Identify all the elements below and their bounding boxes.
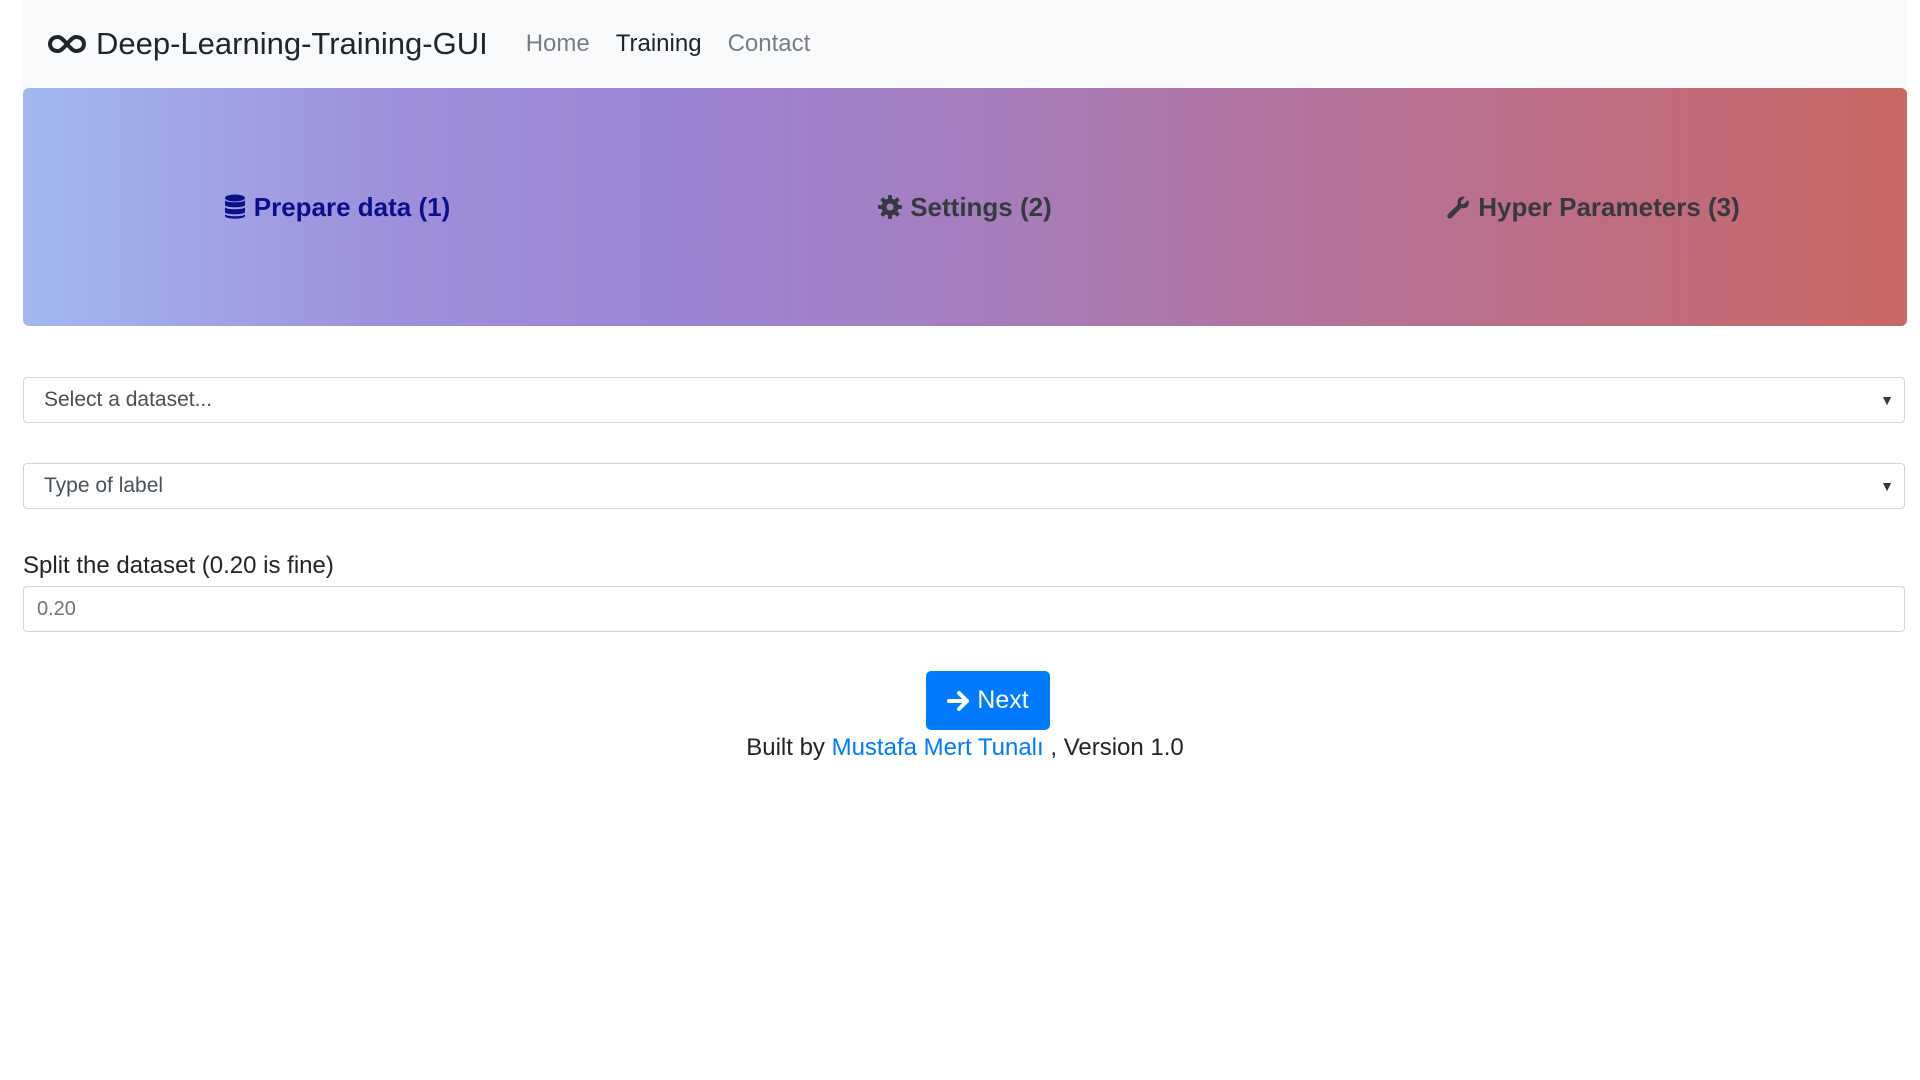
database-icon xyxy=(224,194,246,220)
footer-prefix: Built by xyxy=(746,734,825,761)
nav-links: Home Training Contact xyxy=(526,30,837,58)
author-link[interactable]: Mustafa Mert Tunalı xyxy=(832,734,1044,761)
infinity-icon xyxy=(48,33,86,55)
brand-title: Deep-Learning-Training-GUI xyxy=(96,26,488,61)
split-input[interactable] xyxy=(23,586,1905,632)
label-type-select-value: Type of label xyxy=(44,474,164,497)
step-prepare-data[interactable]: Prepare data (1) xyxy=(23,192,651,223)
step-settings[interactable]: Settings (2) xyxy=(651,192,1279,223)
step-label: Hyper Parameters (3) xyxy=(1478,191,1740,222)
dataset-select-value: Select a dataset... xyxy=(44,388,213,411)
footer-suffix: , Version 1.0 xyxy=(1050,734,1184,761)
steps-banner: Prepare data (1) Settings (2) Hyper Para… xyxy=(23,88,1907,326)
nav-link-training[interactable]: Training xyxy=(616,30,702,58)
wrench-icon xyxy=(1446,195,1470,219)
split-label: Split the dataset (0.20 is fine) xyxy=(23,552,334,579)
arrow-right-icon xyxy=(947,690,971,712)
navbar: Deep-Learning-Training-GUI Home Training… xyxy=(23,0,1907,88)
nav-link-home[interactable]: Home xyxy=(526,30,590,58)
dataset-select[interactable]: Select a dataset... ▼ xyxy=(23,377,1905,423)
label-type-select[interactable]: Type of label ▼ xyxy=(23,463,1905,509)
step-label: Settings (2) xyxy=(910,191,1052,222)
gear-icon xyxy=(878,195,903,219)
nav-link-contact[interactable]: Contact xyxy=(728,30,811,58)
next-button-label: Next xyxy=(977,686,1029,714)
caret-down-icon: ▼ xyxy=(1880,392,1894,408)
next-button[interactable]: Next xyxy=(926,671,1050,730)
caret-down-icon: ▼ xyxy=(1880,478,1894,494)
step-label: Prepare data (1) xyxy=(253,191,451,222)
brand-link[interactable]: Deep-Learning-Training-GUI xyxy=(48,26,488,62)
footer: Built by Mustafa Mert Tunalı , Version 1… xyxy=(23,734,1907,762)
step-hyper-parameters[interactable]: Hyper Parameters (3) xyxy=(1279,192,1907,223)
